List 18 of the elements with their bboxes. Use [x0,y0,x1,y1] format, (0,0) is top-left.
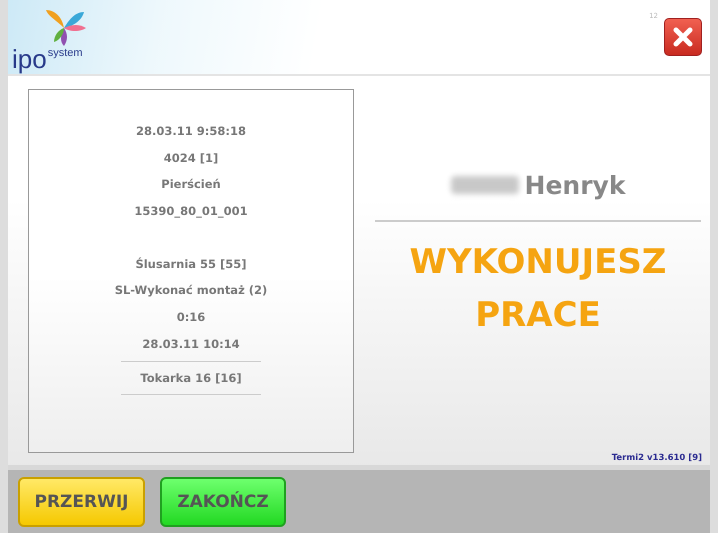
worker-name: Henryk [524,170,626,200]
job-detail-text: 15390_80_01_001 [134,203,248,220]
job-detail-text: 4024 [1] [164,150,218,167]
status-message: WYKONUJESZ [410,241,666,284]
operation-detail-text: Ślusarnia 55 [55] [135,256,247,273]
pause-button[interactable]: PRZERWIJ [18,476,145,526]
operation-detail-text: 28.03.11 10:14 [142,336,240,353]
operation-detail-text: SL-Wykonać montaż (2) [114,282,268,300]
job-detail-text: Pierścień [161,176,221,194]
close-icon [672,26,694,48]
version-text: Termi2 v13.610 [9] [612,453,702,463]
close-button[interactable] [664,18,702,56]
logo-text: ipo$^{system}$ [12,46,84,72]
operation-detail-text: 0:16 [176,309,206,326]
finish-button[interactable]: ZAKOŃCZ [160,476,286,526]
job-detail-text: 28.03.11 9:58:18 [136,123,246,140]
status-message: PRACE [475,294,601,337]
machine-text: Tokarka 16 [16] [140,370,242,386]
